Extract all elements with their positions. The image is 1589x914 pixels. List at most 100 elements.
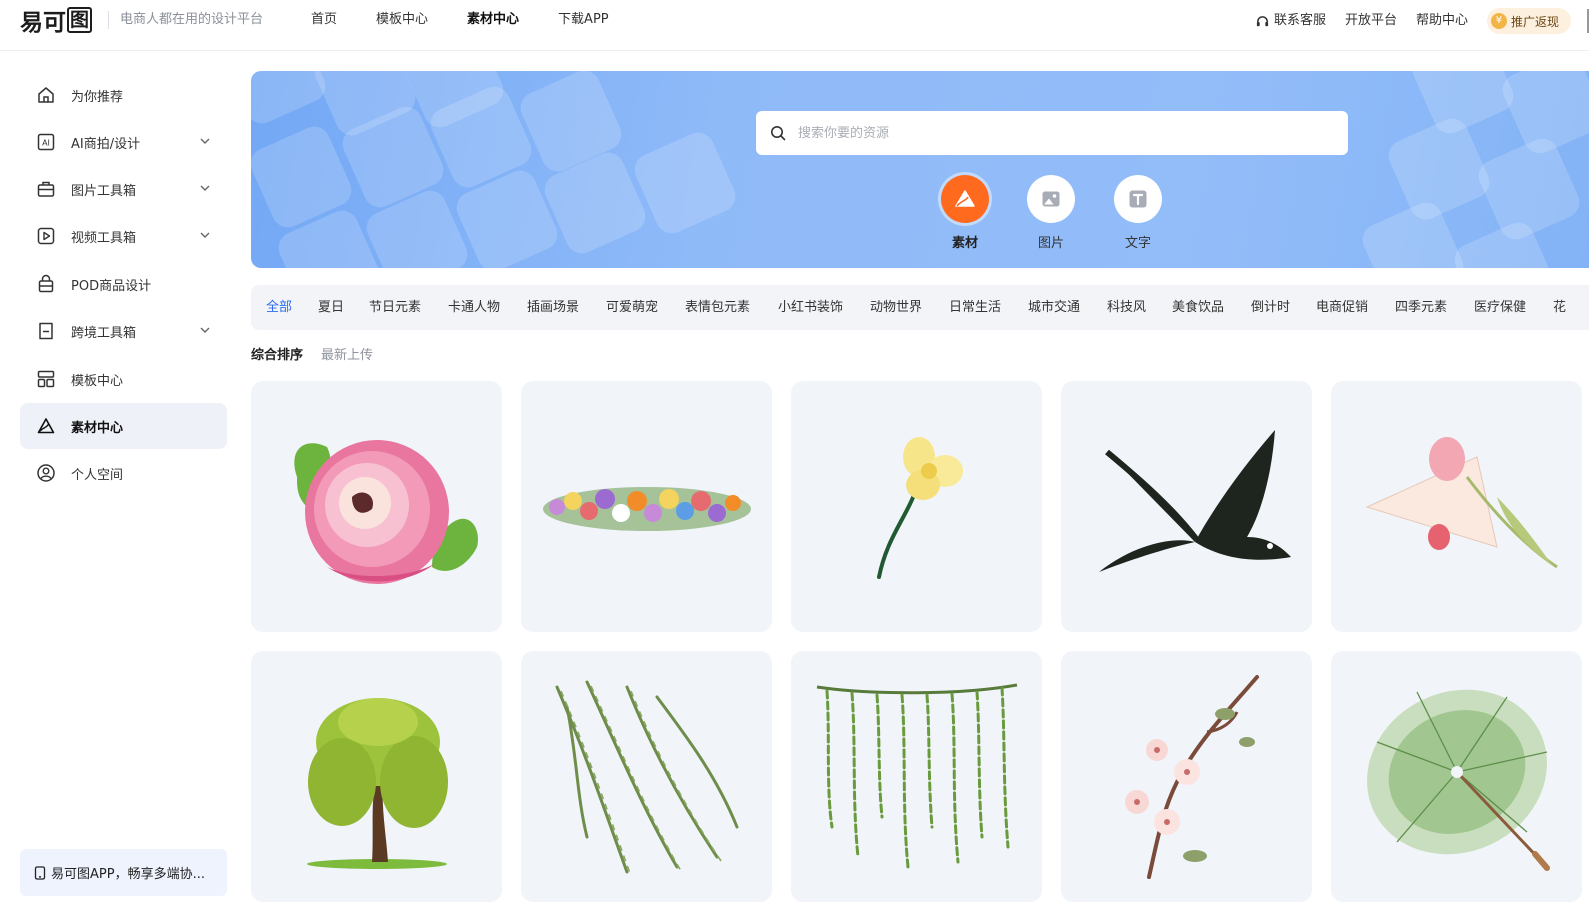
material-card-cherry-blossom[interactable]: [1061, 651, 1312, 902]
svg-text:AI: AI: [42, 139, 50, 148]
category-tab[interactable]: 可爱萌宠: [606, 299, 658, 316]
chevron-down-icon: [200, 138, 210, 144]
category-tab[interactable]: 节日元素: [369, 299, 421, 316]
material-card-tulip-envelope[interactable]: [1331, 381, 1582, 632]
sidebar-item-label: 为你推荐: [71, 89, 124, 105]
category-tab[interactable]: 美食饮品: [1172, 299, 1224, 316]
help-center-label: 帮助中心: [1415, 13, 1468, 28]
sidebar-item-image-toolbox[interactable]: 图片工具箱: [20, 166, 227, 212]
toolbox-icon: [36, 179, 56, 199]
category-tabs: 全部 夏日 节日元素 卡通人物 插画场景 可爱萌宠 表情包元素 小红书装饰 动物…: [251, 285, 1589, 330]
sidebar-item-crossborder-toolbox[interactable]: 跨境工具箱: [20, 308, 227, 354]
yellow-flower-image: [876, 436, 963, 579]
nav-home[interactable]: 首页: [311, 10, 337, 30]
category-tab-all[interactable]: 全部: [266, 299, 292, 316]
category-tab[interactable]: 医疗保健: [1474, 299, 1526, 316]
app-download-promo[interactable]: 易可图APP，畅享多端协...: [20, 849, 227, 896]
ai-icon: AI: [36, 132, 56, 152]
top-right-links: 联系客服 开放平台 帮助中心 ¥ 推广返现: [1255, 8, 1589, 34]
material-card-peony[interactable]: [251, 381, 502, 632]
customer-service-label: 联系客服: [1273, 13, 1326, 28]
type-tab-label: 素材: [951, 236, 978, 251]
open-platform-link[interactable]: 开放平台: [1345, 11, 1397, 31]
flower-garland-image: [542, 486, 751, 531]
category-tab[interactable]: 倒计时: [1251, 299, 1290, 316]
search-input[interactable]: [798, 125, 1318, 141]
crossborder-icon: [36, 321, 56, 341]
category-tab[interactable]: 四季元素: [1395, 299, 1447, 316]
sidebar-item-material-center[interactable]: 素材中心: [20, 403, 227, 449]
sort-option-comprehensive[interactable]: 综合排序: [251, 348, 303, 364]
type-tab-circle: [941, 175, 989, 223]
banner-decor-tile: [629, 127, 741, 239]
text-icon: [1129, 190, 1147, 208]
sidebar-item-recommend[interactable]: 为你推荐: [20, 72, 227, 118]
category-tab[interactable]: 夏日: [318, 299, 344, 316]
open-platform-label: 开放平台: [1344, 13, 1397, 28]
material-card-willow-tree[interactable]: [251, 651, 502, 902]
material-card-flower-garland[interactable]: [521, 381, 772, 632]
sidebar-item-video-toolbox[interactable]: 视频工具箱: [20, 213, 227, 259]
logo-box-text: 图: [67, 7, 93, 33]
chevron-down-icon: [200, 185, 210, 191]
material-card-hanging-willow[interactable]: [791, 651, 1042, 902]
category-tab[interactable]: 表情包元素: [685, 299, 750, 316]
category-tab[interactable]: 插画场景: [527, 299, 579, 316]
slogan: 电商人都在用的设计平台: [108, 11, 263, 29]
category-tab[interactable]: 日常生活: [949, 299, 1001, 316]
type-tab-image[interactable]: 图片: [1021, 175, 1081, 251]
help-center-link[interactable]: 帮助中心: [1416, 11, 1468, 31]
sidebar-item-label: 素材中心: [71, 420, 124, 436]
category-tab[interactable]: 动物世界: [870, 299, 922, 316]
sidebar-item-label: 个人空间: [71, 467, 124, 483]
material-icon: [36, 416, 56, 436]
app-promo-text: 易可图APP，畅享多端协...: [51, 867, 205, 882]
sidebar-item-personal-space[interactable]: 个人空间: [20, 450, 227, 496]
type-tab-material[interactable]: 素材: [935, 175, 995, 251]
category-tab[interactable]: 卡通人物: [448, 299, 500, 316]
logo[interactable]: 易可图: [20, 6, 93, 36]
logo-text: 易可: [20, 10, 66, 36]
material-card-green-umbrella[interactable]: [1331, 651, 1582, 902]
sidebar-item-label: 图片工具箱: [71, 183, 137, 199]
main-nav: 首页 模板中心 素材中心 下载APP: [311, 10, 648, 30]
willow-tree-image: [306, 697, 448, 869]
sidebar: 为你推荐 AI AI商拍/设计 图片工具箱 视频工具箱 POD商品设计 跨境工具…: [0, 52, 240, 914]
search-icon: [771, 126, 786, 141]
promo-label: 推广返现: [1510, 14, 1559, 29]
nav-templates[interactable]: 模板中心: [376, 10, 428, 30]
sidebar-item-ai-design[interactable]: AI AI商拍/设计: [20, 119, 227, 165]
swallow-bird-image: [1098, 429, 1291, 572]
sidebar-item-label: 视频工具箱: [71, 230, 137, 246]
headset-icon: [1256, 15, 1269, 26]
category-tab[interactable]: 科技风: [1107, 299, 1146, 316]
nav-materials[interactable]: 素材中心: [467, 10, 519, 30]
sidebar-item-label: POD商品设计: [71, 278, 152, 294]
material-card-swallow[interactable]: [1061, 381, 1312, 632]
phone-icon: [34, 865, 46, 880]
sidebar-item-label: AI商拍/设计: [71, 136, 141, 152]
category-tab[interactable]: 电商促销: [1316, 299, 1368, 316]
sidebar-item-pod-design[interactable]: POD商品设计: [20, 261, 227, 307]
nav-download-app[interactable]: 下载APP: [558, 10, 609, 30]
willow-branches-image: [555, 680, 738, 876]
chevron-down-icon: [200, 327, 210, 333]
banner-decor-tile: [1383, 113, 1495, 225]
green-umbrella-image: [1366, 689, 1550, 871]
sort-option-latest[interactable]: 最新上传: [321, 348, 373, 364]
promo-cashback-button[interactable]: ¥ 推广返现: [1486, 8, 1571, 34]
search-box[interactable]: [756, 111, 1348, 155]
material-card-willow-branches[interactable]: [521, 651, 772, 902]
category-tab[interactable]: 花: [1553, 299, 1566, 316]
category-tab[interactable]: 小红书装饰: [778, 299, 843, 316]
type-tab-circle: [1027, 175, 1075, 223]
top-navigation-bar: 易可图 电商人都在用的设计平台 首页 模板中心 素材中心 下载APP 联系客服 …: [0, 0, 1589, 51]
category-tab[interactable]: 城市交通: [1028, 299, 1080, 316]
type-tab-circle: [1114, 175, 1162, 223]
type-tab-text[interactable]: 文字: [1108, 175, 1168, 251]
cherry-blossom-image: [1124, 674, 1259, 879]
video-icon: [36, 226, 56, 246]
sidebar-item-template-center[interactable]: 模板中心: [20, 356, 227, 402]
material-card-yellow-flower[interactable]: [791, 381, 1042, 632]
customer-service-link[interactable]: 联系客服: [1255, 11, 1326, 31]
